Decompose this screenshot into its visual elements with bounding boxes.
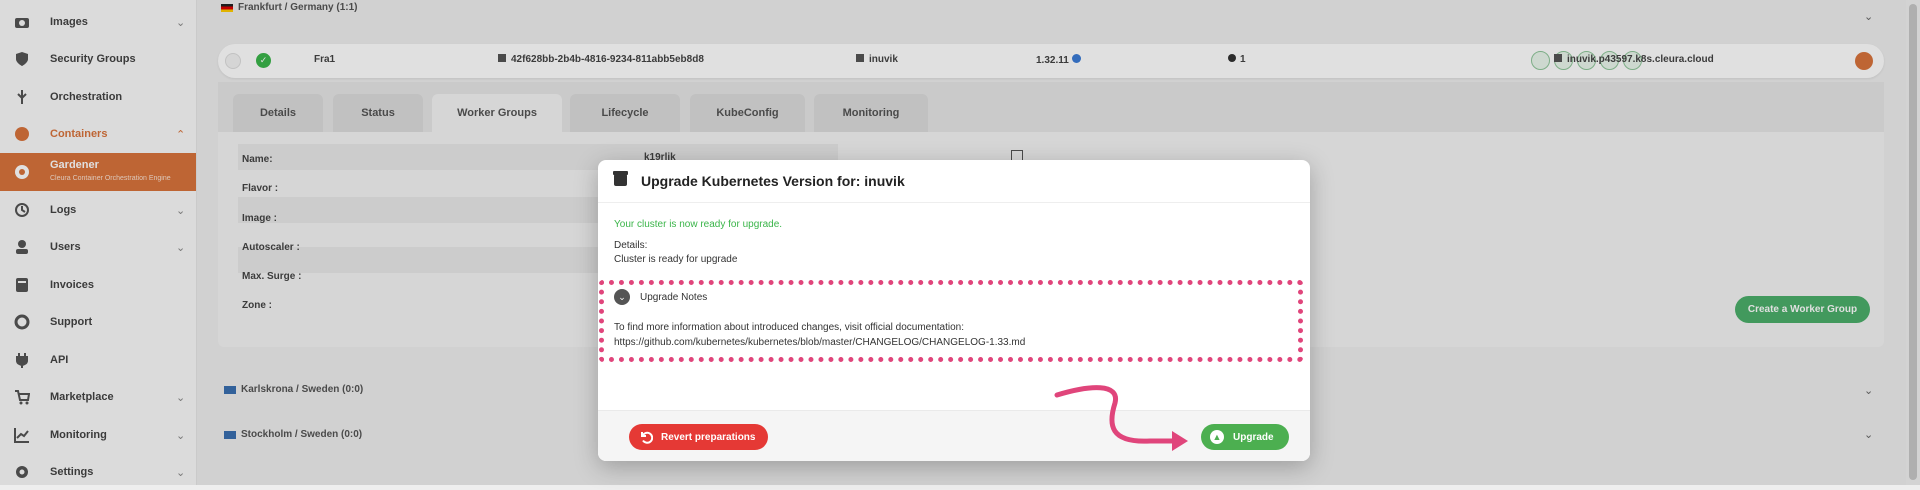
annotation-arrow-icon — [1054, 385, 1188, 451]
changelog-link[interactable]: https://github.com/kubernetes/kubernetes… — [614, 335, 1025, 350]
ready-message: Your cluster is now ready for upgrade. — [614, 219, 783, 230]
arrow-up-icon: ▲ — [1210, 430, 1224, 444]
undo-icon — [639, 430, 654, 447]
details-label: Details: — [614, 240, 648, 251]
revert-label: Revert preparations — [661, 432, 756, 443]
archive-icon — [613, 171, 628, 186]
chevron-down-icon[interactable]: ⌄ — [614, 289, 630, 305]
modal-title: Upgrade Kubernetes Version for: inuvik — [641, 173, 905, 189]
modal-header: Upgrade Kubernetes Version for: inuvik — [598, 160, 1310, 203]
upgrade-button[interactable]: ▲ Upgrade — [1201, 424, 1289, 450]
modal-footer: Revert preparations ▲ Upgrade — [598, 410, 1310, 461]
revert-preparations-button[interactable]: Revert preparations — [629, 424, 768, 450]
notes-line: To find more information about introduce… — [614, 322, 965, 333]
modal-body: Your cluster is now ready for upgrade. D… — [598, 202, 1310, 402]
details-value: Cluster is ready for upgrade — [614, 254, 738, 265]
upgrade-modal: Upgrade Kubernetes Version for: inuvik Y… — [598, 160, 1310, 461]
upgrade-notes-toggle[interactable]: Upgrade Notes — [640, 292, 707, 303]
upgrade-label: Upgrade — [1233, 432, 1274, 443]
upgrade-notes-text: To find more information about introduce… — [614, 320, 1025, 350]
